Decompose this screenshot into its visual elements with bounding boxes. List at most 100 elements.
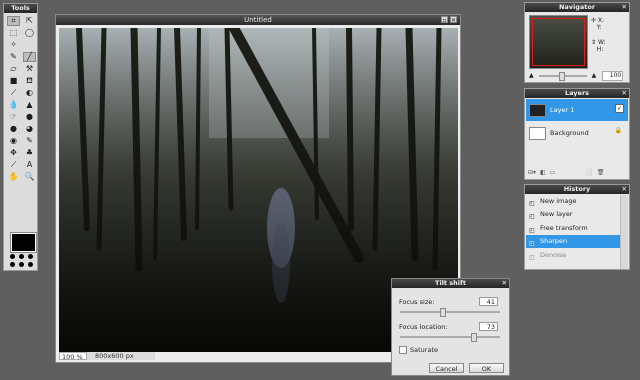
picker-icon[interactable]: ⟋ [7,88,20,98]
burn-icon[interactable]: ◕ [23,124,36,134]
navigator-thumbnail[interactable] [529,15,588,69]
document-title: Untitled [244,16,272,24]
lock-icon: 🔒 [614,127,622,134]
zoom-slider-knob[interactable] [558,71,565,81]
drop-icon[interactable]: 💧 [7,100,20,110]
marquee-icon[interactable]: ⬚ [7,28,20,38]
hand-icon[interactable]: ✋ [7,172,20,182]
history-label: Free transform [540,224,588,232]
color-presets[interactable] [10,254,35,268]
clone-icon[interactable]: ◐ [23,88,36,98]
layer-label: Layer 1 [550,106,575,114]
visibility-checkbox[interactable]: ✓ [615,104,624,113]
brush-icon[interactable]: ╱ [23,52,36,62]
layers-toolbar: ⊟▾ ◧ ▭ ⬜ 🗑 [528,169,628,176]
zoom-input[interactable]: 100 [602,70,624,81]
gradient-icon[interactable]: ■ [7,76,20,86]
layer-settings-icon[interactable]: ⊟▾ [528,169,536,176]
saturate-checkbox[interactable]: Saturate [399,346,438,354]
dodge-icon[interactable]: ● [7,124,20,134]
close-icon[interactable]: ✕ [502,279,507,288]
image-size: 800x600 px [87,352,155,360]
focus-location-label: Focus location: [399,323,448,331]
spot-icon[interactable]: ✎ [23,136,36,146]
saturate-label: Saturate [410,346,438,354]
preset-dot[interactable] [10,262,15,267]
close-icon[interactable]: ✕ [622,185,627,194]
stamp-icon[interactable]: ♣ [23,148,36,158]
dialog-title-text: Tilt shift [435,279,466,287]
history-scrollbar[interactable] [620,195,628,269]
replace-icon[interactable]: ⚒ [23,64,36,74]
tools-panel: Tools ⌗ ⇱ ⬚ ◯ ✧ ✎ ╱ ▱ ⚒ ■ ⛾ ⟋ ◐ 💧 ▲ ☞ ● ● ◕ ◉ ✎ ✥ ♣ ⟋ A ✋ 🔍 [3,3,38,271]
smudge-icon[interactable]: ☞ [7,112,20,122]
layer-row-background[interactable]: Background 🔒 [526,122,628,144]
blank-icon[interactable] [23,40,36,50]
history-item[interactable]: ◰ New image [526,195,621,208]
layer-row-layer1[interactable]: Layer 1 ✓ [526,99,628,121]
history-item[interactable]: ◰ New layer [526,208,621,221]
pan-icon[interactable]: ✥ [7,148,20,158]
zoom-slider[interactable] [538,71,587,81]
focus-location-knob[interactable] [471,333,477,342]
pencil-icon[interactable]: ✎ [7,52,20,62]
layers-title: Layers ✕ [525,89,629,98]
zoom-field[interactable]: 100 % [59,352,87,361]
focus-size-slider[interactable] [400,308,500,317]
colorpick-icon[interactable]: ⟋ [7,160,20,170]
crop-icon[interactable]: ⌗ [7,16,20,26]
redeye-icon[interactable]: ◉ [7,136,20,146]
layers-panel: Layers ✕ Layer 1 ✓ Background 🔒 ⊟▾ ◧ ▭ ⬜ … [524,88,630,180]
checkbox-box[interactable] [399,346,407,354]
tilt-shift-dialog: Tilt shift ✕ Focus size: 41 Focus locatio… [391,278,510,376]
close-icon[interactable]: ✕ [622,3,627,12]
foreground-color-swatch[interactable] [10,232,37,253]
zoom-out-icon[interactable]: ▲ [529,72,534,79]
close-icon[interactable]: ✕ [622,89,627,98]
layer-thumbnail [529,103,546,117]
history-item[interactable]: ◰ Free transform [526,222,621,235]
wand-icon[interactable]: ✧ [7,40,20,50]
new-layer-icon[interactable]: ⬜ [585,169,592,176]
type-icon[interactable]: A [23,160,36,170]
preset-dot[interactable] [28,254,33,259]
dialog-title[interactable]: Tilt shift ✕ [392,279,509,288]
size-readout: ⇕ W: H: [591,39,606,53]
ok-button[interactable]: OK [469,363,504,373]
history-item[interactable]: ◰ Sharpen [526,235,621,248]
close-icon[interactable]: ✕ [450,16,457,24]
tool-grid: ⌗ ⇱ ⬚ ◯ ✧ ✎ ╱ ▱ ⚒ ■ ⛾ ⟋ ◐ 💧 ▲ ☞ ● ● ◕ ◉ ✎ ✥ ♣ ⟋ A ✋ 🔍 [4,13,37,182]
crosshair-icon: ✢ [591,17,597,24]
mask-icon[interactable]: ◧ [540,169,546,176]
zoom-unit: % [76,353,83,361]
focus-location-input[interactable]: 73 [479,322,498,331]
sponge-icon[interactable]: ● [23,112,36,122]
folder-icon[interactable]: ▭ [550,169,556,176]
sharpen-icon[interactable]: ▲ [23,100,36,110]
cancel-button[interactable]: Cancel [429,363,464,373]
focus-location-slider[interactable] [400,333,500,342]
delete-layer-icon[interactable]: 🗑 [597,169,605,176]
history-item[interactable]: ◰ Denoise [526,249,621,262]
preset-dot[interactable] [19,262,24,267]
eraser-icon[interactable]: ▱ [7,64,20,74]
viewport-rect[interactable] [532,18,585,66]
preset-dot[interactable] [10,254,15,259]
lasso-icon[interactable]: ◯ [23,28,36,38]
layers-title-text: Layers [564,89,590,97]
focus-size-knob[interactable] [440,308,446,317]
maximize-icon[interactable]: ▫ [441,16,448,24]
document-titlebar[interactable]: Untitled ▫ ✕ [56,15,460,25]
preset-dot[interactable] [28,262,33,267]
move-icon[interactable]: ⇱ [23,16,36,26]
navigator-title-text: Navigator [558,3,596,11]
y-label: Y: [596,24,602,31]
preset-dot[interactable] [19,254,24,259]
zoom-in-icon[interactable]: ▲ [592,72,597,79]
focus-size-input[interactable]: 41 [479,297,498,306]
w-label: W: [597,39,606,46]
bucket-icon[interactable]: ⛾ [23,76,36,86]
history-label: Sharpen [540,237,568,245]
history-label: New layer [540,210,573,218]
zoom-icon[interactable]: 🔍 [23,172,36,182]
